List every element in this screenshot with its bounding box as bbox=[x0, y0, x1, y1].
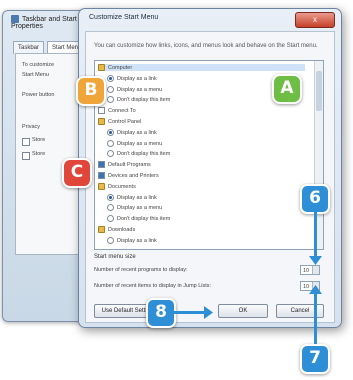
list-item[interactable]: Don't display this item bbox=[107, 150, 305, 158]
recent-programs-label: Number of recent programs to display: bbox=[94, 267, 188, 273]
privacy-checkbox-1[interactable] bbox=[22, 138, 30, 146]
folder-icon[interactable] bbox=[98, 64, 105, 71]
bg-text-2: Start Menu bbox=[22, 72, 49, 78]
recent-programs-stepper[interactable]: 10 bbox=[300, 265, 320, 275]
recent-programs-row: Number of recent programs to display: 10 bbox=[94, 264, 322, 276]
radio-icon[interactable] bbox=[107, 139, 114, 147]
arrow-right-icon bbox=[204, 306, 213, 319]
folder-icon[interactable] bbox=[98, 182, 105, 190]
jump-list-label: Number of recent items to display in Jum… bbox=[94, 283, 212, 289]
jump-list-row: Number of recent items to display in Jum… bbox=[94, 280, 322, 292]
folder-icon[interactable] bbox=[98, 226, 105, 233]
recent-programs-value[interactable]: 10 bbox=[303, 268, 309, 274]
list-item-label: Computer bbox=[108, 64, 133, 71]
privacy-check-label-2: Store bbox=[32, 151, 46, 157]
list-item[interactable]: Display as a link bbox=[107, 193, 305, 201]
list-item[interactable]: Downloads bbox=[98, 226, 305, 233]
list-item-label: Display as a link bbox=[117, 75, 157, 82]
folder-icon[interactable] bbox=[98, 118, 105, 125]
list-item[interactable]: Display as a menu bbox=[107, 139, 305, 147]
bg-text-3: Power button bbox=[22, 92, 55, 98]
ok-button[interactable]: OK bbox=[218, 304, 268, 318]
radio-icon[interactable] bbox=[107, 85, 114, 93]
callout-7-badge: 7 bbox=[300, 344, 330, 374]
list-item[interactable]: Default Programs bbox=[98, 161, 305, 169]
window-icon bbox=[11, 15, 19, 23]
customize-start-menu-dialog: Customize Start Menu x You can customize… bbox=[78, 8, 342, 328]
arrow-up-icon bbox=[309, 285, 322, 294]
list-item[interactable]: Connect To bbox=[98, 107, 305, 115]
start-menu-size-heading: Start menu size bbox=[94, 254, 136, 260]
scrollbar-thumb[interactable] bbox=[316, 71, 322, 111]
radio-icon[interactable] bbox=[107, 128, 114, 136]
radio-icon[interactable] bbox=[107, 96, 114, 104]
arrow-8-line bbox=[174, 311, 206, 314]
list-item-label: Devices and Printers bbox=[108, 172, 159, 179]
radio-icon[interactable] bbox=[107, 150, 114, 158]
list-item[interactable]: Display as a menu bbox=[107, 204, 305, 212]
item-icon[interactable] bbox=[98, 107, 105, 115]
list-item-label: Don't display this item bbox=[117, 151, 171, 158]
list-item-label: Display as a menu bbox=[117, 205, 163, 212]
list-item[interactable]: Control Panel bbox=[98, 118, 305, 125]
radio-icon[interactable] bbox=[107, 74, 114, 82]
radio-icon[interactable] bbox=[107, 193, 114, 201]
list-item-label: Don't display this item bbox=[117, 97, 171, 104]
radio-icon[interactable] bbox=[107, 204, 114, 212]
spin-arrows-icon[interactable] bbox=[312, 266, 319, 274]
list-item[interactable]: Computer bbox=[98, 64, 305, 71]
radio-icon[interactable] bbox=[107, 215, 114, 223]
privacy-checkbox-2[interactable] bbox=[22, 152, 30, 160]
list-item-label: Don't display this item bbox=[117, 216, 171, 223]
checkbox-icon[interactable] bbox=[98, 172, 105, 179]
list-item-label: Documents bbox=[108, 183, 136, 190]
list-item-label: Display as a link bbox=[117, 194, 157, 201]
list-item-label: Display as a link bbox=[117, 237, 157, 244]
callout-c-badge: C bbox=[62, 158, 92, 188]
callout-b-badge: B bbox=[76, 76, 106, 106]
arrow-6-line bbox=[314, 212, 317, 260]
arrow-7-line bbox=[314, 292, 317, 344]
privacy-label: Privacy bbox=[22, 124, 41, 130]
callout-6-badge: 6 bbox=[300, 184, 330, 214]
list-item[interactable]: Don't display this item bbox=[107, 215, 305, 223]
callout-a-badge: A bbox=[272, 74, 302, 104]
dialog-description: You can customize how links, icons, and … bbox=[94, 43, 318, 49]
arrow-down-icon bbox=[309, 256, 322, 265]
bg-text-1: To customize bbox=[22, 62, 55, 68]
dialog-title: Customize Start Menu bbox=[89, 14, 159, 21]
list-item[interactable]: Documents bbox=[98, 182, 305, 190]
list-item-label: Connect To bbox=[108, 108, 136, 115]
callout-8-badge: 8 bbox=[146, 298, 176, 328]
list-item[interactable]: Devices and Printers bbox=[98, 172, 305, 179]
radio-icon[interactable] bbox=[107, 236, 114, 244]
list-item-label: Display as a link bbox=[117, 129, 157, 136]
list-item-label: Downloads bbox=[108, 226, 136, 233]
list-item-label: Default Programs bbox=[108, 162, 151, 169]
list-item-label: Control Panel bbox=[108, 118, 142, 125]
checkbox-icon[interactable] bbox=[98, 161, 105, 169]
list-item[interactable]: Display as a link bbox=[107, 128, 305, 136]
close-button[interactable]: x bbox=[295, 12, 335, 28]
privacy-check-label-1: Store bbox=[32, 137, 46, 143]
list-item-label: Display as a menu bbox=[117, 86, 163, 93]
list-item[interactable]: Display as a link bbox=[107, 236, 305, 244]
list-item-label: Display as a menu bbox=[117, 140, 163, 147]
